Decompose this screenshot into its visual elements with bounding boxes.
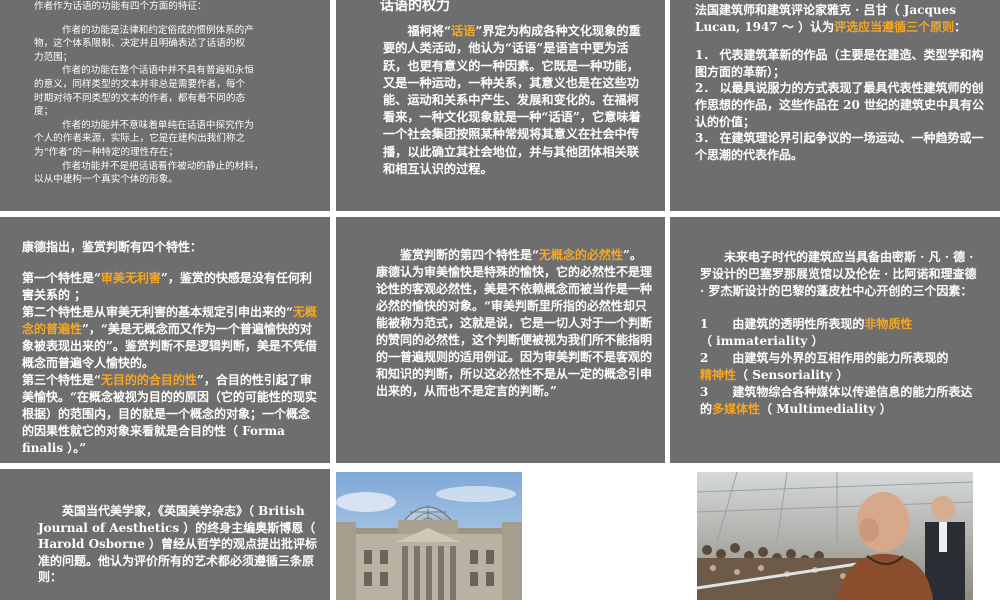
line: 作者的功能并不意味着单纯在话语中探究作为	[62, 119, 254, 131]
list-item: 第二个特性是从审美无利害的基本规定引申出来的“无概念的普遍性”，“美是无概念而又…	[22, 305, 317, 370]
panel-author-function: 作者作为话语的功能有四个方面的特征： 作者的功能是法律和约定俗成的惯例体系的产 …	[0, 0, 330, 211]
panel-osborne: 英国当代美学家，《英国美学杂志》（ British Journal of Aes…	[0, 469, 330, 600]
highlight: 无目的的合目的性	[100, 373, 197, 387]
list-item: 2 由建筑与外界的互相作用的能力所表现的 精神性（ Sensoriality ）	[700, 351, 949, 382]
line: 作者的功能是法律和约定俗成的惯例体系的产	[62, 24, 254, 36]
highlight: 多媒体性	[712, 402, 761, 416]
highlight: 评选应当遵循三个原则	[834, 19, 955, 34]
line: 为“作者”的一种特定的理性存在；	[34, 146, 179, 158]
paragraph: 福柯将“话语”界定为构成各种文化现象的重要的人类活动，他认为“话语”是语言中更为…	[383, 24, 641, 176]
line: 作者功能并不是把话语看作被动的静止的材料，	[62, 160, 264, 172]
line: 个人的作者来源，实际上，它是在建构出我们称之	[34, 133, 246, 145]
architect-portrait-photo	[697, 472, 973, 600]
paragraph: 英国当代美学家，《英国美学杂志》（ British Journal of Aes…	[38, 504, 318, 584]
list-item: 1． 代表建筑革新的作品（主要是在建造、类型学和构图方面的革新）；	[695, 48, 984, 79]
line: 以从中建构一个真实个体的形象。	[34, 174, 178, 186]
line: 度；	[34, 106, 54, 118]
list-item: 1 由建筑的透明性所表现的非物质性（ immateriality ）	[700, 317, 913, 348]
panel-title: 话语的权力	[380, 0, 450, 14]
list-item: 3． 在建筑理论界引起争议的一场运动、一种趋势或一个思潮的代表作品。	[695, 131, 984, 162]
line: 作者作为话语的功能有四个方面的特征：	[34, 1, 207, 12]
line: 物，这个体系限制、决定并且明确表达了话语的权	[34, 38, 246, 50]
intro: 未来电子时代的建筑应当具备由密斯 · 凡 · 德 · 罗设计的巴塞罗那展览馆以及…	[700, 250, 977, 298]
line	[34, 14, 330, 24]
list-item: 2． 以最具说服力的方式表现了最具代表性建筑师的创作思想的作品，这些作品在 20…	[695, 81, 985, 129]
list-item: 第一个特性是“审美无利害”，鉴赏的快感是没有任何利害关系的 ；	[22, 271, 312, 302]
highlight: 审美无利害	[100, 271, 161, 285]
line: 时期对待不同类型的文本的作者，都有着不同的态	[34, 92, 246, 104]
highlight: 精神性	[700, 368, 737, 382]
panel-fourth-characteristic: 鉴赏判断的第四个特性是“无概念的必然性”。康德认为审美愉快是特殊的愉快，它的必然…	[336, 217, 665, 463]
panel-electronic-era: 未来电子时代的建筑应当具备由密斯 · 凡 · 德 · 罗设计的巴塞罗那展览馆以及…	[670, 217, 1000, 463]
intro: 法国建筑师和建筑评论家雅克 · 吕甘（ Jacques Lucan, 1947 …	[695, 3, 967, 34]
architect-illustration	[697, 472, 973, 600]
panel-lucan-principles: 法国建筑师和建筑评论家雅克 · 吕甘（ Jacques Lucan, 1947 …	[670, 0, 1000, 211]
highlight: 话语	[450, 24, 476, 39]
highlight: 无概念的必然性	[538, 248, 623, 262]
reichstag-dome-photo	[336, 472, 522, 600]
line: 作者的功能在整个话语中并不具有普遍和永恒	[62, 65, 254, 77]
panel-discourse-power: 话语的权力 福柯将“话语”界定为构成各种文化现象的重要的人类活动，他认为“话语”…	[336, 0, 665, 211]
line: 力范围；	[34, 51, 73, 63]
list-item: 3 建筑物综合各种媒体以传递信息的能力所表达的多媒体性（ Multimedial…	[700, 385, 973, 416]
list-item: 第三个特性是“无目的的合目的性”，合目的性引起了审美愉快。“在概念被视为目的的原…	[22, 373, 317, 455]
highlight: 非物质性	[864, 317, 913, 331]
intro: 康德指出，鉴赏判断有四个特性：	[22, 240, 203, 254]
reichstag-illustration	[336, 472, 522, 600]
panel-kant-judgment: 康德指出，鉴赏判断有四个特性： 第一个特性是“审美无利害”，鉴赏的快感是没有任何…	[0, 217, 330, 463]
paragraph: 鉴赏判断的第四个特性是“无概念的必然性”。康德认为审美愉快是特殊的愉快，它的必然…	[376, 248, 653, 398]
line: 的意义，同样类型的文本并非总是需要作者，每个	[34, 78, 246, 90]
